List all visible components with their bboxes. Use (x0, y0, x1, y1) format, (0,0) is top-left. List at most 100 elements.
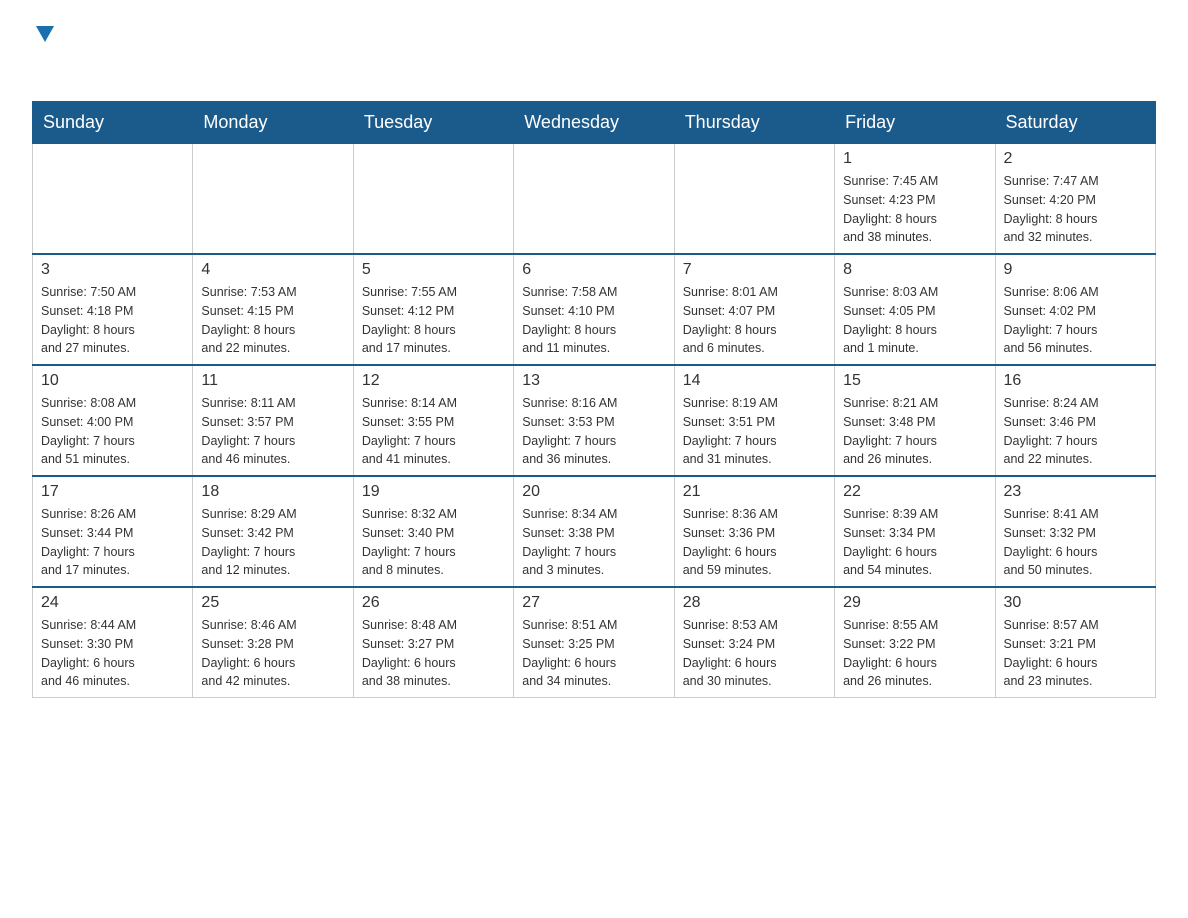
calendar-cell: 16 Sunrise: 8:24 AM Sunset: 3:46 PM Dayli… (995, 365, 1155, 476)
calendar-cell: 8 Sunrise: 8:03 AM Sunset: 4:05 PM Daylig… (835, 254, 995, 365)
calendar-cell: 11Sunrise: 8:11 AM Sunset: 3:57 PM Dayli… (193, 365, 353, 476)
calendar-cell: 2 Sunrise: 7:47 AM Sunset: 4:20 PM Daylig… (995, 144, 1155, 255)
day-number: 19 (362, 483, 505, 501)
calendar-cell: 9 Sunrise: 8:06 AM Sunset: 4:02 PM Daylig… (995, 254, 1155, 365)
day-info: Sunrise: 8:48 AM Sunset: 3:27 PM Dayligh… (362, 616, 505, 691)
calendar-cell: 14 Sunrise: 8:19 AM Sunset: 3:51 PM Dayli… (674, 365, 834, 476)
calendar-cell: 23 Sunrise: 8:41 AM Sunset: 3:32 PM Dayli… (995, 476, 1155, 587)
calendar-cell: 18 Sunrise: 8:29 AM Sunset: 3:42 PM Dayli… (193, 476, 353, 587)
calendar-cell: 20Sunrise: 8:34 AM Sunset: 3:38 PM Dayli… (514, 476, 674, 587)
day-number: 24 (41, 594, 184, 612)
day-info: Sunrise: 8:46 AM Sunset: 3:28 PM Dayligh… (201, 616, 344, 691)
day-info: Sunrise: 7:53 AM Sunset: 4:15 PM Dayligh… (201, 283, 344, 358)
day-info: Sunrise: 8:41 AM Sunset: 3:32 PM Dayligh… (1004, 505, 1147, 580)
calendar-cell: 10 Sunrise: 8:08 AM Sunset: 4:00 PM Dayli… (33, 365, 193, 476)
day-info: Sunrise: 8:01 AM Sunset: 4:07 PM Dayligh… (683, 283, 826, 358)
day-number: 21 (683, 483, 826, 501)
page-header (32, 24, 1156, 81)
calendar-cell (674, 144, 834, 255)
calendar-week-row: 24 Sunrise: 8:44 AM Sunset: 3:30 PM Dayli… (33, 587, 1156, 698)
calendar-cell: 21 Sunrise: 8:36 AM Sunset: 3:36 PM Dayli… (674, 476, 834, 587)
calendar-cell: 28 Sunrise: 8:53 AM Sunset: 3:24 PM Dayli… (674, 587, 834, 698)
day-info: Sunrise: 7:50 AM Sunset: 4:18 PM Dayligh… (41, 283, 184, 358)
day-number: 8 (843, 261, 986, 279)
weekday-header-friday: Friday (835, 102, 995, 144)
day-number: 16 (1004, 372, 1147, 390)
day-info: Sunrise: 8:26 AM Sunset: 3:44 PM Dayligh… (41, 505, 184, 580)
day-info: Sunrise: 8:08 AM Sunset: 4:00 PM Dayligh… (41, 394, 184, 469)
calendar-cell: 22 Sunrise: 8:39 AM Sunset: 3:34 PM Dayli… (835, 476, 995, 587)
calendar-cell (514, 144, 674, 255)
calendar-week-row: 17 Sunrise: 8:26 AM Sunset: 3:44 PM Dayli… (33, 476, 1156, 587)
day-number: 28 (683, 594, 826, 612)
day-info: Sunrise: 8:53 AM Sunset: 3:24 PM Dayligh… (683, 616, 826, 691)
day-info: Sunrise: 8:24 AM Sunset: 3:46 PM Dayligh… (1004, 394, 1147, 469)
day-number: 17 (41, 483, 184, 501)
day-info: Sunrise: 8:32 AM Sunset: 3:40 PM Dayligh… (362, 505, 505, 580)
day-number: 2 (1004, 150, 1147, 168)
calendar-cell: 27 Sunrise: 8:51 AM Sunset: 3:25 PM Dayli… (514, 587, 674, 698)
day-number: 3 (41, 261, 184, 279)
day-info: Sunrise: 8:55 AM Sunset: 3:22 PM Dayligh… (843, 616, 986, 691)
day-info: Sunrise: 7:47 AM Sunset: 4:20 PM Dayligh… (1004, 172, 1147, 247)
day-number: 26 (362, 594, 505, 612)
day-number: 14 (683, 372, 826, 390)
day-info: Sunrise: 8:34 AM Sunset: 3:38 PM Dayligh… (522, 505, 665, 580)
calendar-week-row: 10 Sunrise: 8:08 AM Sunset: 4:00 PM Dayli… (33, 365, 1156, 476)
calendar-cell (193, 144, 353, 255)
day-info: Sunrise: 8:57 AM Sunset: 3:21 PM Dayligh… (1004, 616, 1147, 691)
day-info: Sunrise: 8:51 AM Sunset: 3:25 PM Dayligh… (522, 616, 665, 691)
weekday-header-wednesday: Wednesday (514, 102, 674, 144)
day-number: 23 (1004, 483, 1147, 501)
calendar-cell (33, 144, 193, 255)
day-number: 18 (201, 483, 344, 501)
day-info: Sunrise: 8:29 AM Sunset: 3:42 PM Dayligh… (201, 505, 344, 580)
day-number: 22 (843, 483, 986, 501)
weekday-header-thursday: Thursday (674, 102, 834, 144)
calendar-cell: 25 Sunrise: 8:46 AM Sunset: 3:28 PM Dayli… (193, 587, 353, 698)
day-info: Sunrise: 8:44 AM Sunset: 3:30 PM Dayligh… (41, 616, 184, 691)
day-number: 15 (843, 372, 986, 390)
calendar-cell: 1 Sunrise: 7:45 AM Sunset: 4:23 PM Daylig… (835, 144, 995, 255)
day-number: 12 (362, 372, 505, 390)
calendar-header-row: SundayMondayTuesdayWednesdayThursdayFrid… (33, 102, 1156, 144)
calendar-table: SundayMondayTuesdayWednesdayThursdayFrid… (32, 101, 1156, 698)
calendar-cell: 26 Sunrise: 8:48 AM Sunset: 3:27 PM Dayli… (353, 587, 513, 698)
day-info: Sunrise: 7:45 AM Sunset: 4:23 PM Dayligh… (843, 172, 986, 247)
day-number: 11 (201, 372, 344, 390)
calendar-cell: 19 Sunrise: 8:32 AM Sunset: 3:40 PM Dayli… (353, 476, 513, 587)
day-info: Sunrise: 7:58 AM Sunset: 4:10 PM Dayligh… (522, 283, 665, 358)
day-info: Sunrise: 8:21 AM Sunset: 3:48 PM Dayligh… (843, 394, 986, 469)
logo-triangle-icon (36, 26, 54, 49)
weekday-header-sunday: Sunday (33, 102, 193, 144)
calendar-cell: 24 Sunrise: 8:44 AM Sunset: 3:30 PM Dayli… (33, 587, 193, 698)
calendar-cell: 7 Sunrise: 8:01 AM Sunset: 4:07 PM Daylig… (674, 254, 834, 365)
day-number: 9 (1004, 261, 1147, 279)
day-number: 10 (41, 372, 184, 390)
day-info: Sunrise: 8:06 AM Sunset: 4:02 PM Dayligh… (1004, 283, 1147, 358)
day-number: 1 (843, 150, 986, 168)
day-number: 29 (843, 594, 986, 612)
calendar-cell (353, 144, 513, 255)
day-info: Sunrise: 8:03 AM Sunset: 4:05 PM Dayligh… (843, 283, 986, 358)
weekday-header-monday: Monday (193, 102, 353, 144)
day-number: 6 (522, 261, 665, 279)
day-number: 27 (522, 594, 665, 612)
calendar-cell: 15 Sunrise: 8:21 AM Sunset: 3:48 PM Dayli… (835, 365, 995, 476)
day-number: 25 (201, 594, 344, 612)
calendar-cell: 12 Sunrise: 8:14 AM Sunset: 3:55 PM Dayli… (353, 365, 513, 476)
day-number: 13 (522, 372, 665, 390)
logo (32, 24, 54, 81)
day-number: 4 (201, 261, 344, 279)
day-info: Sunrise: 7:55 AM Sunset: 4:12 PM Dayligh… (362, 283, 505, 358)
weekday-header-tuesday: Tuesday (353, 102, 513, 144)
day-info: Sunrise: 8:14 AM Sunset: 3:55 PM Dayligh… (362, 394, 505, 469)
day-number: 5 (362, 261, 505, 279)
calendar-cell: 3 Sunrise: 7:50 AM Sunset: 4:18 PM Daylig… (33, 254, 193, 365)
weekday-header-saturday: Saturday (995, 102, 1155, 144)
calendar-cell: 4 Sunrise: 7:53 AM Sunset: 4:15 PM Daylig… (193, 254, 353, 365)
day-number: 7 (683, 261, 826, 279)
day-info: Sunrise: 8:39 AM Sunset: 3:34 PM Dayligh… (843, 505, 986, 580)
day-info: Sunrise: 8:19 AM Sunset: 3:51 PM Dayligh… (683, 394, 826, 469)
day-info: Sunrise: 8:36 AM Sunset: 3:36 PM Dayligh… (683, 505, 826, 580)
